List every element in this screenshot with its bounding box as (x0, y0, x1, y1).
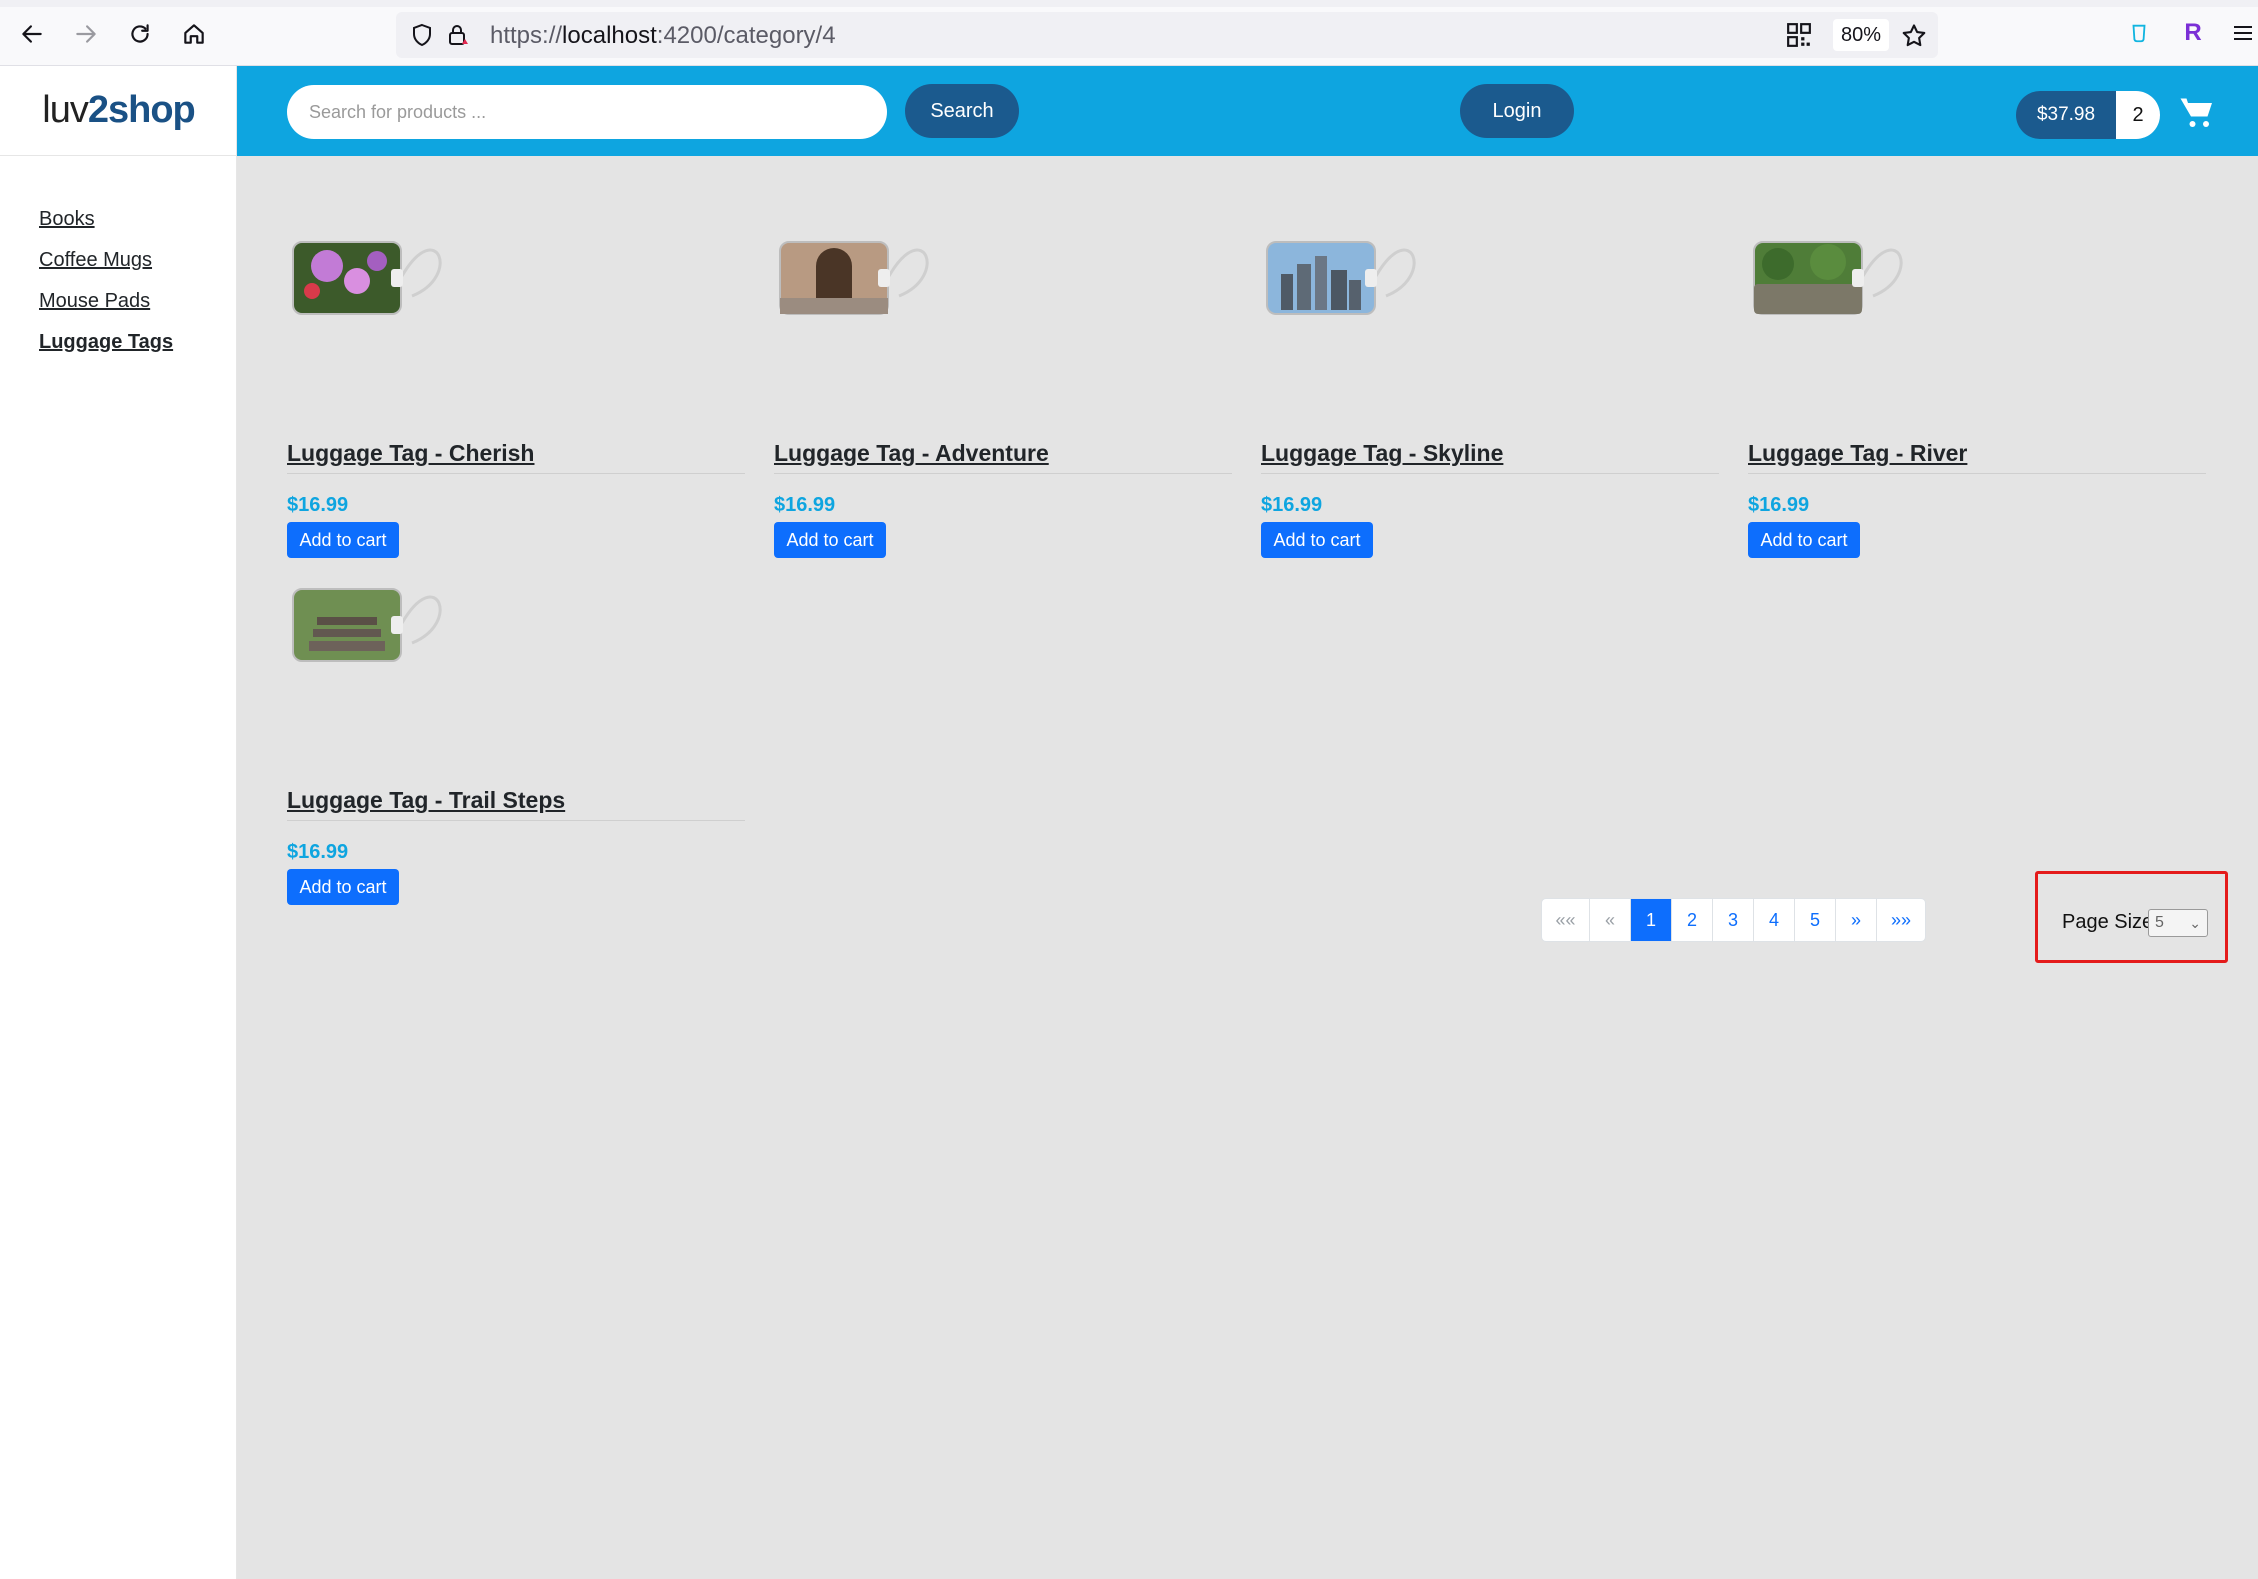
category-link-books[interactable]: Books (39, 206, 173, 232)
category-sidebar: luv2shop Books Coffee Mugs Mouse Pads Lu… (0, 66, 237, 1579)
add-to-cart-button[interactable]: Add to cart (287, 522, 399, 558)
tab-strip (0, 0, 2258, 7)
category-link-coffee-mugs[interactable]: Coffee Mugs (39, 247, 173, 273)
page-2-button[interactable]: 2 (1672, 899, 1713, 941)
bookmark-star-icon[interactable] (1900, 22, 1928, 50)
product-name-link[interactable]: Luggage Tag - River (1748, 440, 2206, 474)
product-name-link[interactable]: Luggage Tag - Adventure (774, 440, 1232, 474)
product-card: Luggage Tag - Trail Steps $16.99 Add to … (287, 583, 745, 913)
search-input[interactable] (287, 85, 887, 139)
product-price: $16.99 (287, 841, 349, 863)
browser-toolbar: https://localhost:4200/category/4 80% R (0, 0, 2258, 66)
luggage-tag-trail-steps-image[interactable] (287, 583, 467, 683)
page-1-button[interactable]: 1 (1631, 899, 1672, 941)
product-price: $16.99 (774, 494, 836, 516)
home-icon[interactable] (178, 18, 210, 50)
logo-text-2: 2 (87, 89, 109, 131)
page-next-button[interactable]: » (1836, 899, 1877, 941)
category-link-luggage-tags[interactable]: Luggage Tags (39, 329, 173, 355)
back-icon[interactable] (16, 18, 48, 50)
page-prev-button[interactable]: « (1590, 899, 1631, 941)
category-link-mouse-pads[interactable]: Mouse Pads (39, 288, 173, 314)
product-card: Luggage Tag - Adventure $16.99 Add to ca… (774, 236, 1232, 566)
add-to-cart-button[interactable]: Add to cart (774, 522, 886, 558)
product-card: Luggage Tag - Cherish $16.99 Add to cart (287, 236, 745, 566)
shopping-cart-icon[interactable] (2179, 94, 2219, 134)
chevron-down-icon: ⌄ (2189, 915, 2201, 931)
shield-icon[interactable] (410, 23, 434, 47)
cart-count-badge[interactable]: 2 (2116, 91, 2160, 139)
logo-text-luv: luv (42, 89, 89, 131)
url-host: localhost (562, 22, 657, 49)
url-path: :4200/category/4 (656, 22, 836, 49)
qr-code-icon[interactable] (1786, 22, 1812, 48)
product-card: Luggage Tag - Skyline $16.99 Add to cart (1261, 236, 1719, 566)
lock-warning-icon[interactable] (446, 23, 470, 47)
page-5-button[interactable]: 5 (1795, 899, 1836, 941)
forward-icon[interactable] (70, 18, 102, 50)
zoom-level-badge[interactable]: 80% (1833, 19, 1889, 51)
page-size-select[interactable]: 5 ⌄ (2148, 909, 2208, 937)
logo-text-shop: shop (107, 89, 196, 131)
menu-icon[interactable] (2228, 18, 2258, 48)
luggage-tag-river-image[interactable] (1748, 236, 1928, 336)
product-price: $16.99 (1261, 494, 1323, 516)
page-4-button[interactable]: 4 (1754, 899, 1795, 941)
reload-icon[interactable] (124, 18, 156, 50)
add-to-cart-button[interactable]: Add to cart (1261, 522, 1373, 558)
product-card: Luggage Tag - River $16.99 Add to cart (1748, 236, 2206, 566)
url-text[interactable]: https://localhost:4200/category/4 (490, 22, 836, 50)
luggage-tag-skyline-image[interactable] (1261, 236, 1441, 336)
page-3-button[interactable]: 3 (1713, 899, 1754, 941)
product-name-link[interactable]: Luggage Tag - Cherish (287, 440, 745, 474)
extension-cup-icon[interactable] (2124, 18, 2154, 48)
address-bar[interactable]: https://localhost:4200/category/4 80% (396, 12, 1938, 58)
luggage-tag-adventure-image[interactable] (774, 236, 954, 336)
app-header: Search Login $37.98 2 (237, 66, 2258, 156)
login-button[interactable]: Login (1460, 84, 1574, 138)
page-last-button[interactable]: »» (1877, 899, 1925, 941)
product-name-link[interactable]: Luggage Tag - Skyline (1261, 440, 1719, 474)
product-list-area: Luggage Tag - Cherish $16.99 Add to cart… (237, 156, 2258, 1579)
luv2shop-logo[interactable]: luv2shop (0, 66, 237, 156)
page-first-button[interactable]: «« (1542, 899, 1590, 941)
product-price: $16.99 (1748, 494, 1810, 516)
search-button[interactable]: Search (905, 84, 1019, 138)
extension-r-icon[interactable]: R (2178, 18, 2208, 48)
url-scheme: https:// (490, 22, 563, 49)
add-to-cart-button[interactable]: Add to cart (287, 869, 399, 905)
page-size-highlight: Page Size 5 ⌄ (2035, 871, 2228, 963)
product-price: $16.99 (287, 494, 349, 516)
page-size-label: Page Size (2062, 911, 2154, 933)
cart-total[interactable]: $37.98 (2016, 91, 2116, 139)
pagination: «« « 1 2 3 4 5 » »» (1541, 898, 1926, 942)
page-size-value: 5 (2155, 914, 2164, 931)
category-menu: Books Coffee Mugs Mouse Pads Luggage Tag… (39, 206, 173, 370)
luggage-tag-cherish-image[interactable] (287, 236, 467, 336)
product-name-link[interactable]: Luggage Tag - Trail Steps (287, 787, 745, 821)
add-to-cart-button[interactable]: Add to cart (1748, 522, 1860, 558)
